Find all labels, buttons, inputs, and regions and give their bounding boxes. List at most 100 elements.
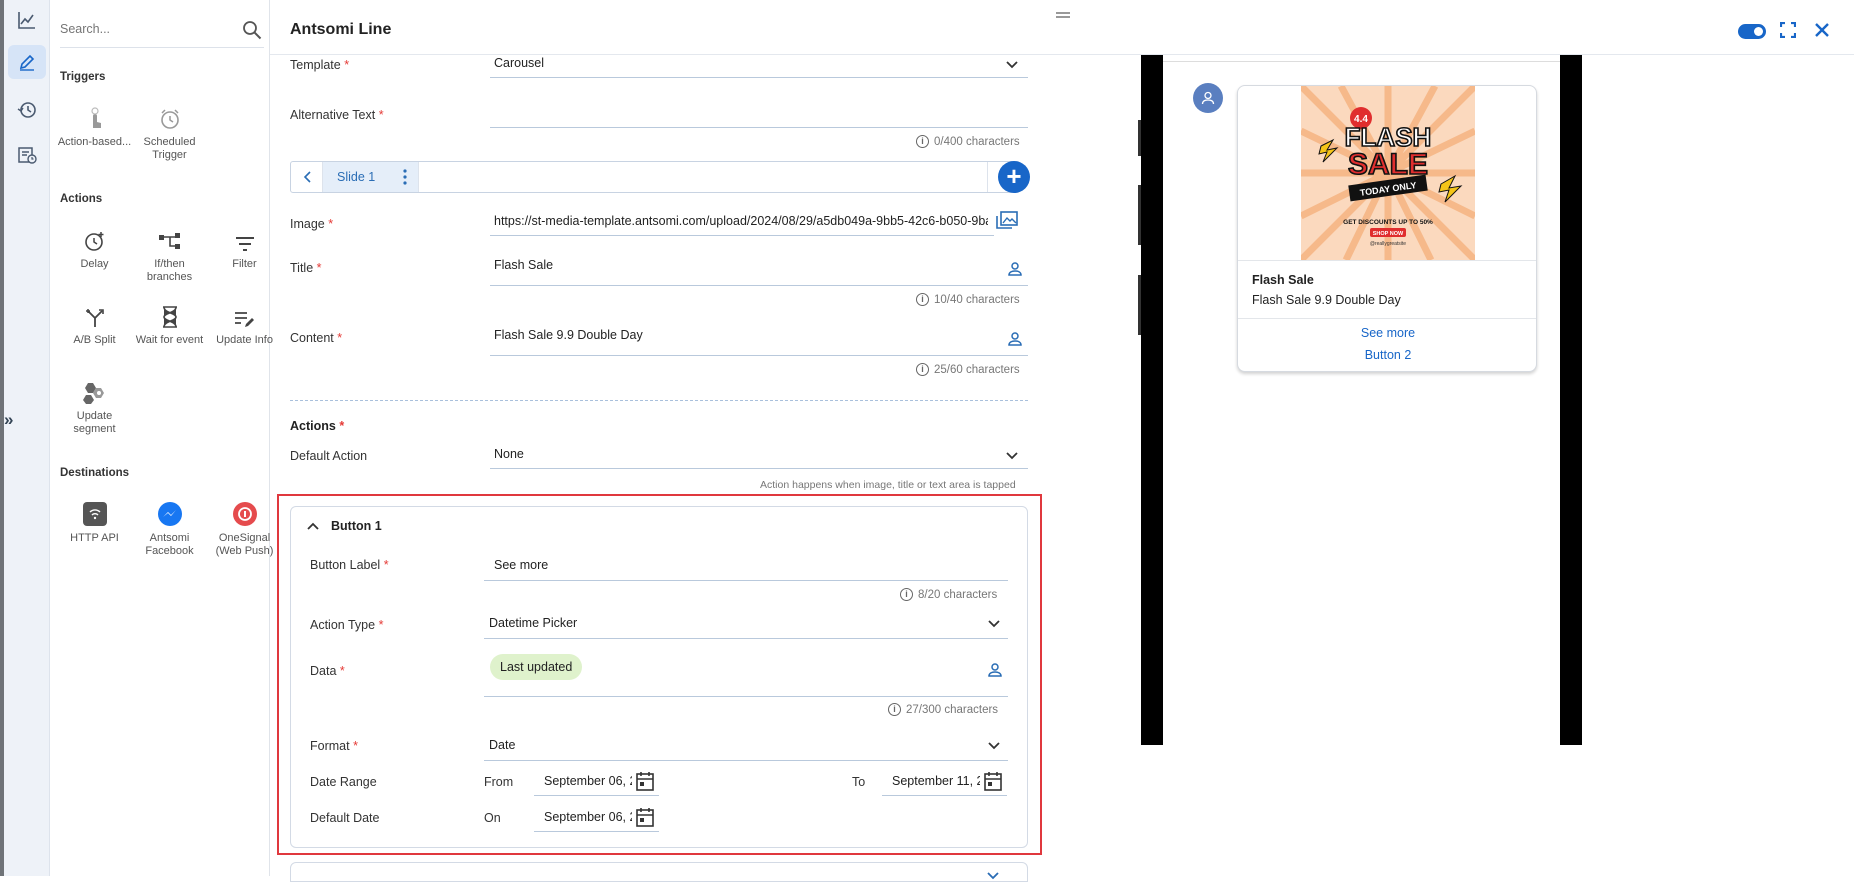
button-1-title: Button 1 bbox=[331, 519, 382, 533]
button-1-header[interactable]: Button 1 bbox=[307, 519, 382, 533]
person-icon[interactable] bbox=[1008, 332, 1022, 349]
node-label: Wait for event bbox=[135, 334, 204, 346]
node-label: Antsomi Facebook bbox=[145, 532, 194, 557]
alarm-clock-icon bbox=[132, 102, 207, 130]
node-label: Scheduled Trigger bbox=[143, 136, 196, 161]
chevron-down-icon bbox=[988, 617, 1000, 631]
analytics-icon[interactable] bbox=[8, 3, 46, 37]
content-input[interactable]: Flash Sale 9.9 Double Day bbox=[490, 324, 1028, 356]
image-gallery-icon[interactable] bbox=[996, 211, 1018, 232]
node-filter[interactable]: Filter bbox=[207, 224, 282, 271]
template-select[interactable]: Carousel bbox=[490, 52, 1028, 78]
expand-panel-icon[interactable]: » bbox=[4, 410, 13, 430]
default-date-input[interactable]: September 06, 2024 bbox=[534, 804, 659, 832]
phone-side-button bbox=[1138, 275, 1141, 335]
split-icon bbox=[57, 300, 132, 328]
from-date-input[interactable]: September 06, 2024 bbox=[534, 768, 659, 796]
chevron-down-icon[interactable] bbox=[987, 869, 999, 883]
preview-button-2[interactable]: Button 2 bbox=[1238, 344, 1536, 366]
slide-tabs: Slide 1 bbox=[290, 161, 1020, 193]
format-value: Date bbox=[489, 738, 516, 752]
data-tag-chip[interactable]: Last updated bbox=[490, 654, 583, 680]
node-label: HTTP API bbox=[70, 532, 119, 544]
image-url-input[interactable]: https://st-media-template.antsomi.com/up… bbox=[490, 210, 994, 236]
palette-search[interactable] bbox=[60, 14, 264, 48]
node-wait-for-event[interactable]: Wait for event bbox=[132, 300, 207, 347]
prev-slide-button[interactable] bbox=[291, 162, 323, 192]
screen-divider bbox=[1163, 61, 1560, 62]
rail-edge bbox=[0, 0, 4, 876]
node-delay[interactable]: Delay bbox=[57, 224, 132, 271]
default-action-value: None bbox=[494, 447, 524, 461]
content-value: Flash Sale 9.9 Double Day bbox=[494, 328, 643, 342]
alt-text-input[interactable] bbox=[490, 102, 1028, 128]
chevron-up-icon[interactable] bbox=[307, 519, 319, 533]
node-label: OneSignal (Web Push) bbox=[215, 532, 274, 557]
more-vert-icon[interactable] bbox=[403, 169, 407, 188]
person-icon[interactable] bbox=[1008, 262, 1022, 279]
drag-handle-icon[interactable] bbox=[1056, 12, 1070, 18]
title-input[interactable]: Flash Sale bbox=[490, 254, 1028, 286]
node-label: A/B Split bbox=[73, 334, 116, 346]
close-icon[interactable] bbox=[1814, 22, 1830, 41]
node-antsomi-facebook[interactable]: Antsomi Facebook bbox=[132, 498, 207, 558]
button-label-input[interactable]: See more bbox=[484, 553, 1008, 581]
search-icon[interactable] bbox=[242, 20, 262, 43]
calendar-icon[interactable] bbox=[984, 771, 1002, 794]
button-2-card[interactable] bbox=[290, 862, 1028, 882]
node-ab-split[interactable]: A/B Split bbox=[57, 300, 132, 347]
fullscreen-icon[interactable] bbox=[1779, 21, 1797, 41]
to-date-input[interactable]: September 11, 2024 bbox=[882, 768, 1007, 796]
on-label: On bbox=[484, 811, 501, 825]
node-update-segment[interactable]: Update segment bbox=[57, 376, 132, 436]
destinations-title: Destinations bbox=[60, 467, 130, 479]
image-url-value: https://st-media-template.antsomi.com/up… bbox=[494, 214, 988, 228]
edit-pencil-icon[interactable] bbox=[8, 45, 46, 79]
content-counter: i 25/60 characters bbox=[916, 363, 1020, 376]
default-date-value: September 06, 2024 bbox=[544, 810, 632, 824]
image-shop-now: SHOP NOW bbox=[1373, 231, 1404, 237]
from-date-value: September 06, 2024 bbox=[544, 774, 632, 788]
schedule-list-icon[interactable] bbox=[8, 138, 46, 172]
action-type-select[interactable]: Datetime Picker bbox=[484, 611, 1008, 639]
default-action-select[interactable]: None bbox=[490, 443, 1028, 469]
to-date-value: September 11, 2024 bbox=[892, 774, 980, 788]
carousel-card-preview[interactable]: 4.4 FLASH SALE TODAY ONLY GET DISCOUNTS … bbox=[1237, 85, 1537, 372]
node-label: Filter bbox=[232, 258, 257, 270]
hourglass-icon bbox=[132, 300, 207, 328]
actions-heading: Actions * bbox=[290, 419, 345, 433]
edit-lines-icon bbox=[207, 300, 282, 328]
button-label-value: See more bbox=[494, 558, 549, 572]
node-if-then[interactable]: If/then branches bbox=[132, 224, 207, 284]
calendar-icon[interactable] bbox=[636, 771, 654, 794]
branch-icon bbox=[132, 224, 207, 252]
node-scheduled-trigger[interactable]: Scheduled Trigger bbox=[132, 102, 207, 162]
delay-icon bbox=[57, 224, 132, 252]
node-onesignal[interactable]: OneSignal (Web Push) bbox=[207, 498, 282, 558]
button-label-label: Button Label * bbox=[310, 558, 389, 572]
format-label: Format * bbox=[310, 739, 358, 753]
node-label: Update Info bbox=[216, 334, 273, 346]
messenger-icon bbox=[132, 498, 207, 526]
info-icon: i bbox=[916, 293, 929, 306]
card-title: Flash Sale bbox=[1252, 273, 1314, 287]
node-label: Update segment bbox=[73, 410, 116, 435]
preview-button-1[interactable]: See more bbox=[1238, 322, 1536, 344]
content-label: Content * bbox=[290, 331, 343, 345]
calendar-icon[interactable] bbox=[636, 807, 654, 830]
title-label: Title * bbox=[290, 261, 322, 275]
format-select[interactable]: Date bbox=[484, 733, 1008, 761]
add-slide-button[interactable]: + bbox=[998, 161, 1030, 193]
data-counter: i 27/300 characters bbox=[888, 703, 998, 716]
preview-toggle[interactable] bbox=[1738, 24, 1766, 39]
title-counter: i 10/40 characters bbox=[916, 293, 1020, 306]
node-action-based[interactable]: Action-based... bbox=[57, 102, 132, 149]
alt-text-label: Alternative Text * bbox=[290, 108, 384, 122]
from-label: From bbox=[484, 775, 514, 789]
search-input[interactable] bbox=[60, 14, 230, 44]
editor-header: Antsomi Line bbox=[270, 0, 1854, 55]
person-icon[interactable] bbox=[988, 663, 1002, 680]
node-http-api[interactable]: HTTP API bbox=[57, 498, 132, 545]
history-icon[interactable] bbox=[8, 93, 46, 127]
node-update-info[interactable]: Update Info bbox=[207, 300, 282, 347]
